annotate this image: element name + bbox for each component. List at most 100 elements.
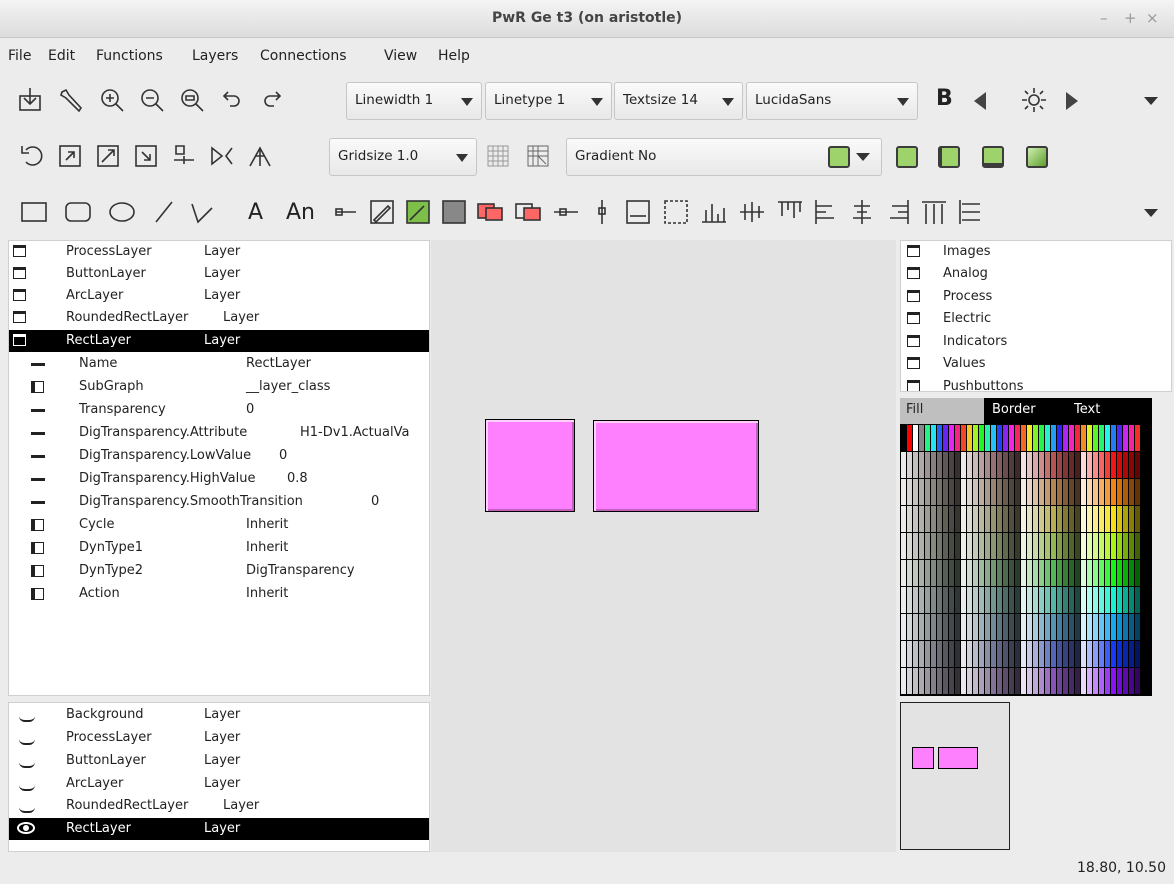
color-swatch[interactable] <box>1063 587 1068 613</box>
shadow-rect-icon[interactable] <box>438 196 470 228</box>
color-swatch[interactable] <box>1033 533 1038 559</box>
color-swatch[interactable] <box>1123 425 1128 451</box>
color-swatch[interactable] <box>907 614 912 640</box>
color-swatch[interactable] <box>973 533 978 559</box>
color-swatch[interactable] <box>991 641 996 667</box>
color-swatch[interactable] <box>1057 533 1062 559</box>
color-swatch[interactable] <box>955 614 960 640</box>
color-swatch[interactable] <box>961 425 966 451</box>
color-swatch[interactable] <box>1099 641 1104 667</box>
color-swatch[interactable] <box>1117 479 1122 505</box>
color-swatch[interactable] <box>919 614 924 640</box>
color-swatch[interactable] <box>1063 560 1068 586</box>
color-swatch[interactable] <box>1069 560 1074 586</box>
color-swatch[interactable] <box>967 479 972 505</box>
color-swatch[interactable] <box>1051 452 1056 478</box>
color-swatch[interactable] <box>1075 506 1080 532</box>
color-swatch[interactable] <box>1045 560 1050 586</box>
color-palette[interactable] <box>900 424 1152 696</box>
visibility-row[interactable]: Background Layer <box>9 704 429 726</box>
color-swatch[interactable] <box>1009 425 1014 451</box>
color-swatch[interactable] <box>1081 479 1086 505</box>
color-swatch[interactable] <box>1027 425 1032 451</box>
color-swatch[interactable] <box>1081 668 1086 694</box>
color-swatch[interactable] <box>1021 479 1026 505</box>
color-swatch[interactable] <box>1117 452 1122 478</box>
color-swatch[interactable] <box>1093 452 1098 478</box>
color-swatch[interactable] <box>991 506 996 532</box>
color-swatch[interactable] <box>955 668 960 694</box>
align-right-icon[interactable] <box>882 196 914 228</box>
color-swatch[interactable] <box>1015 560 1020 586</box>
color-swatch[interactable] <box>967 425 972 451</box>
color-swatch[interactable] <box>1105 533 1110 559</box>
color-swatch[interactable] <box>919 533 924 559</box>
color-swatch[interactable] <box>1123 668 1128 694</box>
color-swatch[interactable] <box>961 560 966 586</box>
color-swatch[interactable] <box>1045 506 1050 532</box>
color-swatch[interactable] <box>1015 452 1020 478</box>
color-swatch[interactable] <box>1063 614 1068 640</box>
color-swatch[interactable] <box>931 425 936 451</box>
color-swatch[interactable] <box>931 587 936 613</box>
color-swatch[interactable] <box>1045 668 1050 694</box>
color-swatch[interactable] <box>913 479 918 505</box>
color-swatch[interactable] <box>1129 668 1134 694</box>
color-swatch[interactable] <box>907 533 912 559</box>
color-swatch[interactable] <box>1087 560 1092 586</box>
color-swatch[interactable] <box>1111 587 1116 613</box>
color-swatch[interactable] <box>1105 668 1110 694</box>
color-swatch[interactable] <box>997 479 1002 505</box>
menu-view[interactable]: View <box>384 48 417 64</box>
color-swatch[interactable] <box>1129 587 1134 613</box>
color-swatch[interactable] <box>1057 614 1062 640</box>
color-swatch[interactable] <box>1123 506 1128 532</box>
color-swatch[interactable] <box>1123 479 1128 505</box>
color-swatch[interactable] <box>1081 425 1086 451</box>
color-swatch[interactable] <box>1093 506 1098 532</box>
color-swatch[interactable] <box>1135 533 1140 559</box>
color-swatch[interactable] <box>991 560 996 586</box>
color-swatch[interactable] <box>1129 560 1134 586</box>
color-swatch[interactable] <box>1099 425 1104 451</box>
color-swatch[interactable] <box>997 506 1002 532</box>
bold-button[interactable]: B <box>936 86 953 111</box>
color-swatch[interactable] <box>1135 560 1140 586</box>
color-swatch[interactable] <box>1129 452 1134 478</box>
shadow-style-2-icon[interactable] <box>938 146 960 168</box>
color-swatch[interactable] <box>943 479 948 505</box>
color-swatch[interactable] <box>1087 506 1092 532</box>
color-swatch[interactable] <box>1129 614 1134 640</box>
gridsize-select[interactable]: Gridsize 1.0 <box>329 138 477 176</box>
color-swatch[interactable] <box>925 668 930 694</box>
color-swatch[interactable] <box>1087 533 1092 559</box>
color-swatch[interactable] <box>1057 425 1062 451</box>
color-swatch[interactable] <box>1105 425 1110 451</box>
resize-icon[interactable] <box>130 140 162 172</box>
color-swatch[interactable] <box>1135 506 1140 532</box>
color-swatch[interactable] <box>943 506 948 532</box>
color-swatch[interactable] <box>925 614 930 640</box>
distribute-bottom-icon[interactable] <box>698 196 730 228</box>
fill-brush-icon[interactable] <box>402 196 434 228</box>
color-swatch[interactable] <box>919 425 924 451</box>
color-swatch[interactable] <box>943 614 948 640</box>
color-swatch[interactable] <box>1003 506 1008 532</box>
color-swatch[interactable] <box>1021 614 1026 640</box>
color-swatch[interactable] <box>949 452 954 478</box>
color-swatch[interactable] <box>967 533 972 559</box>
color-swatch[interactable] <box>991 533 996 559</box>
color-swatch[interactable] <box>1039 506 1044 532</box>
color-swatch[interactable] <box>901 533 906 559</box>
color-swatch[interactable] <box>1033 506 1038 532</box>
color-swatch[interactable] <box>1021 641 1026 667</box>
attribute-row[interactable]: DynType1 Inherit <box>9 537 429 559</box>
color-swatch[interactable] <box>961 479 966 505</box>
color-swatch[interactable] <box>979 425 984 451</box>
color-swatch[interactable] <box>1069 479 1074 505</box>
color-swatch[interactable] <box>961 614 966 640</box>
color-swatch[interactable] <box>1123 560 1128 586</box>
color-swatch[interactable] <box>1075 614 1080 640</box>
color-swatch[interactable] <box>1057 641 1062 667</box>
color-swatch[interactable] <box>937 452 942 478</box>
